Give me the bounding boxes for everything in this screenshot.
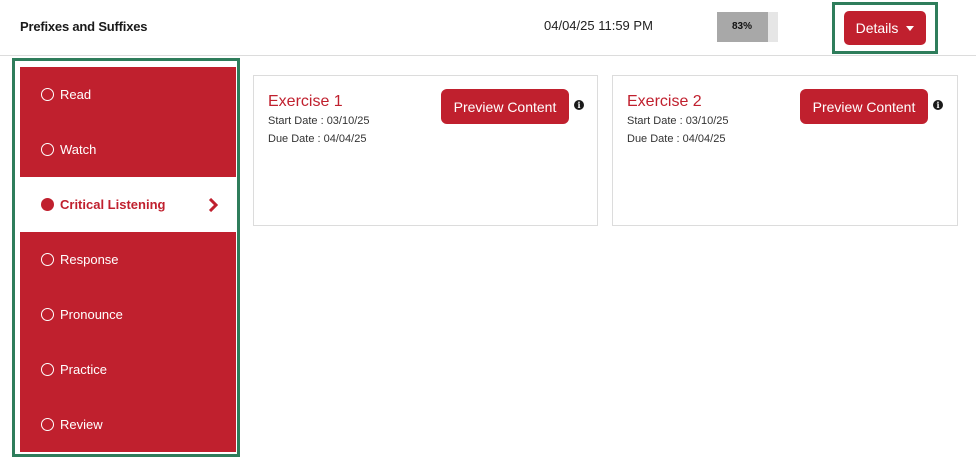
radio-empty-icon bbox=[41, 418, 54, 431]
radio-empty-icon bbox=[41, 88, 54, 101]
preview-content-button[interactable]: Preview Content bbox=[800, 89, 928, 124]
start-date: Start Date : 03/10/25 bbox=[627, 115, 729, 127]
details-highlight-frame: Details bbox=[832, 2, 938, 54]
chevron-right-icon bbox=[208, 197, 218, 212]
details-button-label: Details bbox=[855, 20, 899, 36]
radio-empty-icon bbox=[41, 143, 54, 156]
exercise-card: Exercise 2 Start Date : 03/10/25 Due Dat… bbox=[612, 75, 958, 226]
activity-sidebar: Read Watch Critical Listening Response P… bbox=[20, 67, 236, 452]
sidebar-item-label: Review bbox=[60, 417, 103, 432]
due-datetime: 04/04/25 11:59 PM bbox=[544, 18, 653, 33]
sidebar-item-pronounce[interactable]: Pronounce bbox=[20, 287, 236, 342]
info-icon[interactable]: i bbox=[933, 100, 943, 110]
sidebar-item-label: Watch bbox=[60, 142, 97, 157]
caret-down-icon bbox=[906, 26, 915, 31]
progress-label: 83% bbox=[731, 21, 752, 32]
start-date: Start Date : 03/10/25 bbox=[268, 115, 370, 127]
radio-empty-icon bbox=[41, 363, 54, 376]
exercise-title: Exercise 1 bbox=[268, 93, 343, 110]
top-bar: Prefixes and Suffixes 04/04/25 11:59 PM … bbox=[0, 0, 976, 56]
sidebar-item-review[interactable]: Review bbox=[20, 397, 236, 452]
sidebar-item-label: Pronounce bbox=[60, 307, 123, 322]
radio-empty-icon bbox=[41, 253, 54, 266]
exercise-card: Exercise 1 Start Date : 03/10/25 Due Dat… bbox=[253, 75, 598, 226]
sidebar-highlight-frame: Read Watch Critical Listening Response P… bbox=[12, 58, 240, 457]
lesson-title: Prefixes and Suffixes bbox=[20, 19, 148, 34]
due-date: Due Date : 04/04/25 bbox=[268, 133, 367, 145]
sidebar-item-practice[interactable]: Practice bbox=[20, 342, 236, 397]
sidebar-item-label: Critical Listening bbox=[60, 197, 166, 212]
info-icon[interactable]: i bbox=[574, 100, 584, 110]
exercise-title: Exercise 2 bbox=[627, 93, 702, 110]
preview-content-button[interactable]: Preview Content bbox=[441, 89, 569, 124]
sidebar-item-label: Read bbox=[60, 87, 92, 102]
sidebar-item-label: Response bbox=[60, 252, 119, 267]
radio-filled-icon bbox=[41, 198, 54, 211]
sidebar-item-read[interactable]: Read bbox=[20, 67, 236, 122]
sidebar-item-label: Practice bbox=[60, 362, 107, 377]
sidebar-item-response[interactable]: Response bbox=[20, 232, 236, 287]
radio-empty-icon bbox=[41, 308, 54, 321]
due-date: Due Date : 04/04/25 bbox=[627, 133, 726, 145]
sidebar-item-watch[interactable]: Watch bbox=[20, 122, 236, 177]
details-dropdown-button[interactable]: Details bbox=[844, 11, 926, 45]
sidebar-item-critical-listening[interactable]: Critical Listening bbox=[20, 177, 236, 232]
progress-bar: 83% bbox=[717, 12, 778, 42]
